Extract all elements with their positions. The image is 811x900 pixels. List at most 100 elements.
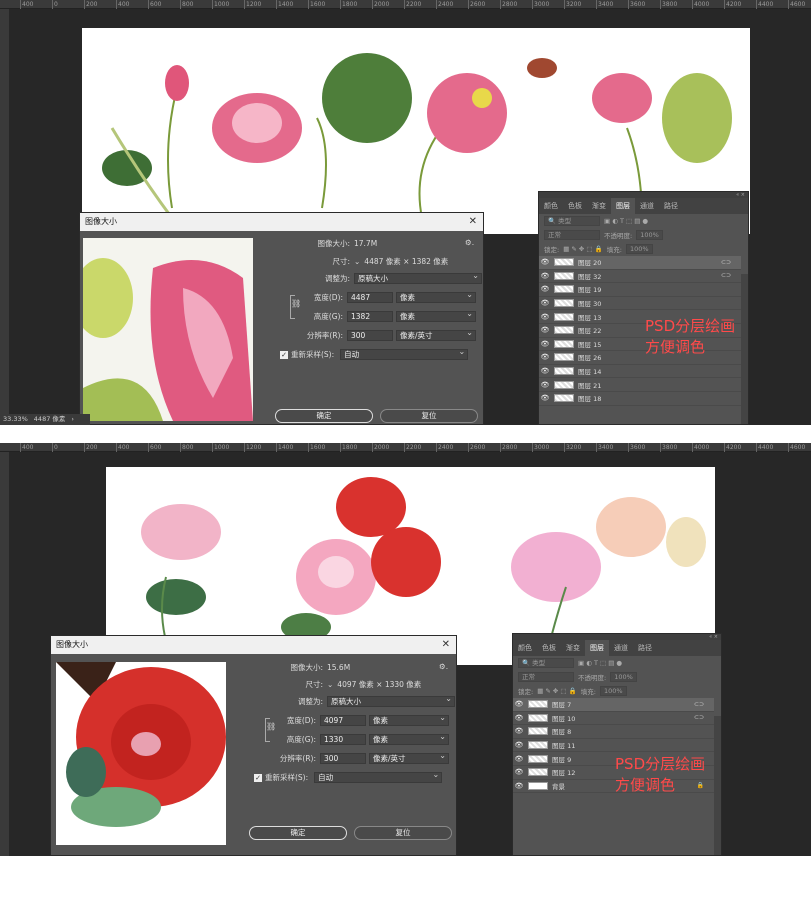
dialog-title: 图像大小 xyxy=(85,217,117,226)
layer-row[interactable]: 👁 图层 10 ⊂⊃ xyxy=(513,712,714,726)
visibility-eye-icon[interactable]: 👁 xyxy=(513,727,525,735)
width-unit-select[interactable]: 像素 xyxy=(396,290,476,303)
layer-row[interactable]: 👁 图层 21 xyxy=(539,378,741,392)
width-input[interactable]: 4487 xyxy=(347,292,393,303)
tab-3[interactable]: 图层 xyxy=(611,198,635,214)
ok-button[interactable]: 确定 xyxy=(249,826,347,840)
visibility-eye-icon[interactable]: 👁 xyxy=(539,326,551,334)
ruler-tick: 400 xyxy=(116,0,130,9)
layer-thumbnail xyxy=(528,713,548,722)
resample-select[interactable]: 自动 xyxy=(314,770,443,783)
visibility-eye-icon[interactable]: 👁 xyxy=(539,353,551,361)
dimensions-dropdown-icon[interactable]: ⌄ xyxy=(354,257,360,266)
reset-button[interactable]: 复位 xyxy=(354,826,452,840)
layer-row[interactable]: 👁 图层 11 xyxy=(513,739,714,753)
close-icon[interactable]: ✕ xyxy=(442,636,450,654)
fill-input[interactable]: 100% xyxy=(625,244,653,254)
tab-4[interactable]: 通道 xyxy=(635,198,659,214)
image-size-value: 15.6M xyxy=(327,663,351,672)
resample-checkbox[interactable]: ✓ xyxy=(254,773,262,782)
layer-thumbnail xyxy=(528,781,548,790)
visibility-eye-icon[interactable]: 👁 xyxy=(539,340,551,348)
filter-icons[interactable]: ▣ ◐ T ⬚ ▤ ● xyxy=(578,659,622,667)
image-preview[interactable] xyxy=(56,662,226,845)
blend-mode-select[interactable]: 正常 xyxy=(518,672,574,682)
panel-scrollbar[interactable] xyxy=(714,716,721,855)
fill-input[interactable]: 100% xyxy=(599,686,627,696)
layer-row[interactable]: 👁 图层 18 xyxy=(539,392,741,406)
visibility-eye-icon[interactable]: 👁 xyxy=(539,367,551,375)
ok-button[interactable]: 确定 xyxy=(275,409,373,423)
layer-row[interactable]: 👁 图层 30 xyxy=(539,297,741,311)
layer-row[interactable]: 👁 图层 8 xyxy=(513,725,714,739)
resolution-unit-select[interactable]: 像素/英寸 xyxy=(369,751,449,764)
layer-row[interactable]: 👁 图层 32 ⊂⊃ xyxy=(539,270,741,284)
overlay-line-2: 方便调色 xyxy=(645,338,706,356)
tab-2[interactable]: 渐变 xyxy=(587,198,611,214)
visibility-eye-icon[interactable]: 👁 xyxy=(539,313,551,321)
blend-mode-select[interactable]: 正常 xyxy=(544,230,600,240)
zoom-level[interactable]: 33.33% xyxy=(3,414,28,425)
resample-row: ✓ 重新采样(S): 自动 xyxy=(254,770,443,783)
status-arrow-icon[interactable]: › xyxy=(71,414,74,425)
filter-icons[interactable]: ▣ ◐ T ⬚ ▤ ● xyxy=(604,217,648,225)
layer-row[interactable]: 👁 图层 7 ⊂⊃ xyxy=(513,698,714,712)
layer-row[interactable]: 👁 图层 14 xyxy=(539,365,741,379)
visibility-eye-icon[interactable]: 👁 xyxy=(513,768,525,776)
visibility-eye-icon[interactable]: 👁 xyxy=(513,741,525,749)
height-input[interactable]: 1382 xyxy=(347,311,393,322)
width-unit-select[interactable]: 像素 xyxy=(369,713,449,726)
layer-row[interactable]: 👁 图层 20 ⊂⊃ xyxy=(539,256,741,270)
tab-0[interactable]: 颜色 xyxy=(513,640,537,656)
panel-scrollbar[interactable] xyxy=(741,274,748,424)
tab-1[interactable]: 色板 xyxy=(537,640,561,656)
resolution-input[interactable]: 300 xyxy=(347,330,393,341)
resample-select[interactable]: 自动 xyxy=(340,347,469,360)
height-unit-select[interactable]: 像素 xyxy=(396,309,476,322)
visibility-eye-icon[interactable]: 👁 xyxy=(539,381,551,389)
visibility-eye-icon[interactable]: 👁 xyxy=(513,782,525,790)
layer-name: 图层 19 xyxy=(578,286,602,295)
tab-1[interactable]: 色板 xyxy=(563,198,587,214)
gear-icon[interactable]: ⚙. xyxy=(465,238,474,247)
image-preview[interactable] xyxy=(83,238,253,421)
visibility-eye-icon[interactable]: 👁 xyxy=(539,299,551,307)
resample-checkbox[interactable]: ✓ xyxy=(280,350,288,359)
resolution-input[interactable]: 300 xyxy=(320,753,366,764)
close-icon[interactable]: ✕ xyxy=(469,213,477,231)
width-input[interactable]: 4097 xyxy=(320,715,366,726)
visibility-eye-icon[interactable]: 👁 xyxy=(539,272,551,280)
tab-5[interactable]: 路径 xyxy=(633,640,657,656)
tab-4[interactable]: 通道 xyxy=(609,640,633,656)
tab-2[interactable]: 渐变 xyxy=(561,640,585,656)
reset-button[interactable]: 复位 xyxy=(380,409,478,423)
ruler-tick: 1000 xyxy=(212,0,230,9)
visibility-eye-icon[interactable]: 👁 xyxy=(539,258,551,266)
tab-3[interactable]: 图层 xyxy=(585,640,609,656)
fit-to-select[interactable]: 原稿大小 xyxy=(327,694,455,707)
height-unit-select[interactable]: 像素 xyxy=(369,732,449,745)
dimensions-dropdown-icon[interactable]: ⌄ xyxy=(327,680,333,689)
visibility-eye-icon[interactable]: 👁 xyxy=(539,394,551,402)
tab-0[interactable]: 颜色 xyxy=(539,198,563,214)
tab-5[interactable]: 路径 xyxy=(659,198,683,214)
ruler-tick: 1200 xyxy=(244,0,262,9)
visibility-eye-icon[interactable]: 👁 xyxy=(513,755,525,763)
height-input[interactable]: 1330 xyxy=(320,734,366,745)
visibility-eye-icon[interactable]: 👁 xyxy=(539,285,551,293)
lock-icons[interactable]: ▦ ✎ ✥ ⬚ 🔒 xyxy=(537,687,577,695)
horizontal-ruler: 400 0 200 400 600 800 1000 1200 1400 1600 1800 2000… xyxy=(0,0,811,9)
visibility-eye-icon[interactable]: 👁 xyxy=(513,700,525,708)
opacity-input[interactable]: 100% xyxy=(610,672,637,682)
lock-icons[interactable]: ▦ ✎ ✥ ⬚ 🔒 xyxy=(563,245,603,253)
visibility-eye-icon[interactable]: 👁 xyxy=(513,714,525,722)
layer-filter-select[interactable]: 🔍 类型 xyxy=(518,658,574,668)
fit-to-select[interactable]: 原稿大小 xyxy=(354,271,482,284)
opacity-input[interactable]: 100% xyxy=(636,230,663,240)
dimensions-label: 尺寸: xyxy=(305,680,323,689)
layer-name: 图层 30 xyxy=(578,300,602,309)
layer-filter-select[interactable]: 🔍 类型 xyxy=(544,216,600,226)
layer-row[interactable]: 👁 图层 19 xyxy=(539,283,741,297)
resolution-unit-select[interactable]: 像素/英寸 xyxy=(396,328,476,341)
gear-icon[interactable]: ⚙. xyxy=(439,662,448,671)
